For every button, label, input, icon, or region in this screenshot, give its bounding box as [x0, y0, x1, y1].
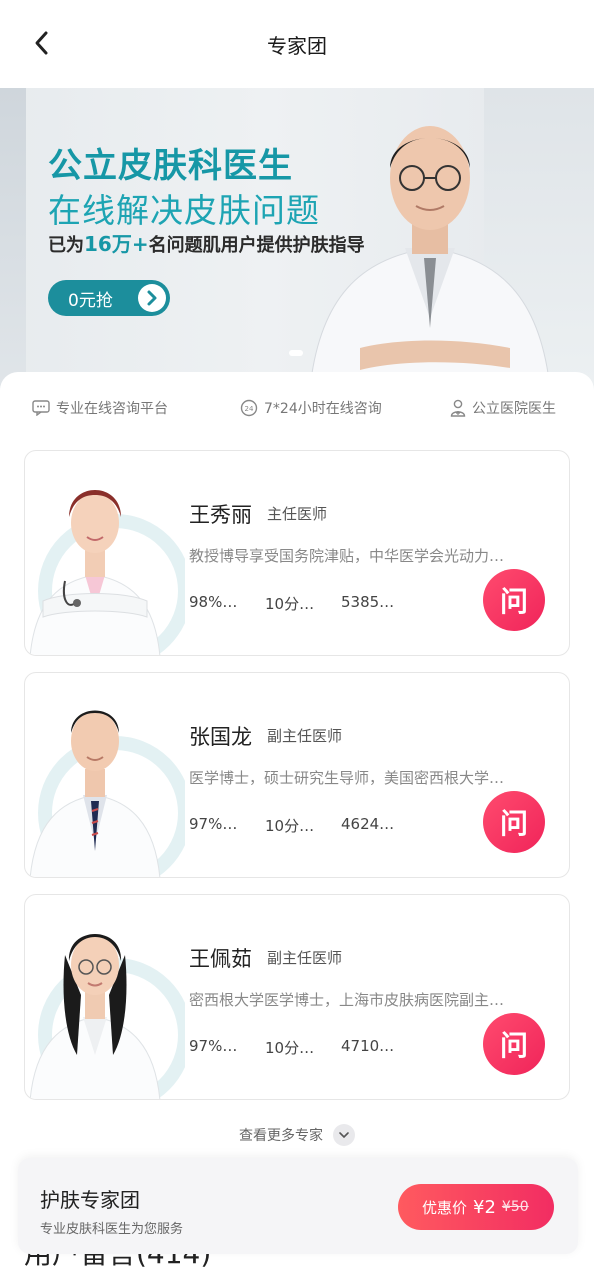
banner-subheadline: 在线解决皮肤问题 — [48, 191, 320, 230]
feature-item: 专业在线咨询平台 — [32, 398, 168, 418]
page-title: 专家团 — [267, 34, 327, 58]
doctor-name: 王秀丽 — [189, 503, 252, 527]
purchase-subtitle: 专业皮肤科医生为您服务 — [40, 1222, 184, 1237]
doctor-stat-count: 5385… — [341, 593, 395, 611]
promo-banner[interactable]: 公立皮肤科医生 在线解决皮肤问题 已为16万+名问题肌用户提供护肤指导 0元抢 — [0, 88, 594, 388]
doctor-avatar — [29, 710, 185, 877]
ask-button[interactable]: 问 — [483, 791, 545, 853]
chevron-right-circle-icon — [138, 284, 166, 312]
banner-cta-button[interactable]: 0元抢 — [48, 280, 170, 316]
doctor-description: 密西根大学医学博士，上海市皮肤病医院副主… — [189, 991, 505, 1009]
price-label: 优惠价 — [422, 1198, 468, 1217]
purchase-title: 护肤专家团 — [40, 1188, 140, 1212]
doctor-title: 副主任医师 — [267, 949, 343, 967]
clock-24-icon: 24 — [240, 399, 258, 417]
price-current: ¥2 — [473, 1196, 496, 1218]
doctor-stat-response: 10分… — [265, 1039, 315, 1057]
doctor-name: 王佩茹 — [189, 947, 252, 971]
doctor-name: 张国龙 — [189, 725, 252, 749]
price-original: ¥50 — [501, 1199, 529, 1215]
view-more-label: 查看更多专家 — [239, 1128, 323, 1144]
doctor-stat-count: 4624… — [341, 815, 395, 833]
ask-button[interactable]: 问 — [483, 1013, 545, 1075]
doctor-title: 副主任医师 — [267, 727, 343, 745]
doctor-stat-rating: 97%… — [189, 815, 238, 833]
nav-bar: 专家团 — [0, 0, 594, 88]
banner-headline: 公立皮肤科医生 — [48, 146, 293, 186]
doctor-avatar — [29, 490, 185, 655]
doctor-stat-count: 4710… — [341, 1037, 395, 1055]
doctor-icon — [450, 399, 466, 417]
doctor-stat-response: 10分… — [265, 595, 315, 613]
content-sheet: 专业在线咨询平台 24 7*24小时在线咨询 公立医院医生 王秀丽 主任医师 教… — [0, 372, 594, 1280]
cta-label: 0元抢 — [68, 290, 113, 311]
doctor-card[interactable]: 张国龙 副主任医师 医学博士，硕士研究生导师，美国密西根大学… 97%… 10分… — [24, 672, 570, 878]
feature-label: 7*24小时在线咨询 — [264, 401, 382, 417]
banner-bg-window — [0, 88, 26, 388]
feature-row: 专业在线咨询平台 24 7*24小时在线咨询 公立医院医生 — [0, 398, 594, 418]
chat-icon — [32, 400, 50, 416]
banner-doctor-photo — [309, 126, 551, 388]
carousel-indicator — [289, 350, 303, 356]
tagline-highlight: 16万+ — [84, 232, 149, 256]
doctor-title: 主任医师 — [267, 505, 328, 523]
feature-label: 公立医院医生 — [472, 401, 556, 417]
svg-text:24: 24 — [245, 405, 254, 413]
chevron-down-icon — [333, 1124, 355, 1146]
doctor-stat-rating: 97%… — [189, 1037, 238, 1055]
doctor-stat-response: 10分… — [265, 817, 315, 835]
doctor-description: 医学博士，硕士研究生导师，美国密西根大学… — [189, 769, 505, 787]
buy-button[interactable]: 优惠价 ¥2 ¥50 — [398, 1184, 554, 1230]
tagline-pre: 已为 — [48, 235, 84, 256]
purchase-bar: 护肤专家团 专业皮肤科医生为您服务 优惠价 ¥2 ¥50 — [18, 1158, 578, 1254]
doctor-description: 教授博导享受国务院津贴，中华医学会光动力… — [189, 547, 505, 565]
doctor-card[interactable]: 王秀丽 主任医师 教授博导享受国务院津贴，中华医学会光动力… 98%… 10分…… — [24, 450, 570, 656]
doctor-avatar — [29, 934, 185, 1099]
feature-item: 公立医院医生 — [450, 398, 556, 418]
view-more-experts-link[interactable]: 查看更多专家 — [0, 1124, 594, 1146]
ask-button[interactable]: 问 — [483, 569, 545, 631]
doctor-stat-rating: 98%… — [189, 593, 238, 611]
feature-item: 24 7*24小时在线咨询 — [240, 398, 382, 418]
feature-label: 专业在线咨询平台 — [56, 401, 168, 417]
doctor-card[interactable]: 王佩茹 副主任医师 密西根大学医学博士，上海市皮肤病医院副主… 97%… 10分… — [24, 894, 570, 1100]
